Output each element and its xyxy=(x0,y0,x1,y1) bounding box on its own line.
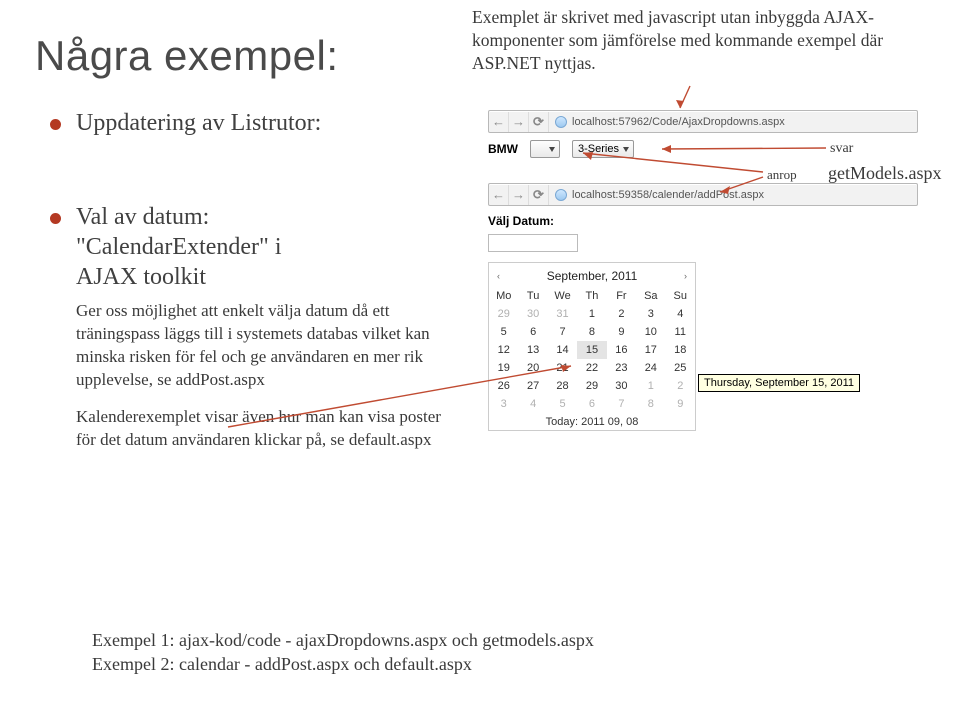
calendar-day-cell[interactable]: 8 xyxy=(577,323,606,341)
footer-line-1: Exempel 1: ajax-kod/code - ajaxDropdowns… xyxy=(92,628,594,652)
back-icon[interactable] xyxy=(489,112,509,132)
calendar-day-cell[interactable]: 20 xyxy=(518,359,547,377)
calendar-day-header: Mo xyxy=(489,287,518,305)
cal-prev-icon[interactable]: ‹ xyxy=(497,271,500,281)
calendar-day-cell[interactable]: 25 xyxy=(666,359,695,377)
dropdown-row: BMW 3-Series xyxy=(488,140,634,158)
calendar-popup: ‹ September, 2011 › MoTuWeThFrSaSu 29303… xyxy=(488,262,696,431)
subtext-1: Ger oss möjlighet att enkelt välja datum… xyxy=(76,300,460,392)
subtext-2: Kalenderexemplet visar även hur man kan … xyxy=(76,406,460,452)
bullet-text-1: Uppdatering av Listrutor: xyxy=(76,110,321,136)
date-tooltip: Thursday, September 15, 2011 xyxy=(698,374,860,392)
annot-svar: svar xyxy=(830,141,853,157)
calendar-day-cell[interactable]: 10 xyxy=(636,323,665,341)
calendar-day-cell[interactable]: 5 xyxy=(489,323,518,341)
calendar-day-cell[interactable]: 11 xyxy=(666,323,695,341)
calendar-day-cell[interactable]: 30 xyxy=(607,377,636,395)
back-icon-2[interactable] xyxy=(489,185,509,205)
calendar-day-header: We xyxy=(548,287,577,305)
url-2: localhost:59358/calender/addPost.aspx xyxy=(572,189,764,201)
browser-bar-2: localhost:59358/calender/addPost.aspx xyxy=(488,183,918,206)
calendar-day-cell[interactable]: 2 xyxy=(666,377,695,395)
reload-icon[interactable] xyxy=(529,112,549,132)
dropdown-2-value: 3-Series xyxy=(578,143,619,155)
calendar-day-header: Sa xyxy=(636,287,665,305)
calendar-day-cell[interactable]: 9 xyxy=(666,395,695,413)
url-1: localhost:57962/Code/AjaxDropdowns.aspx xyxy=(572,116,785,128)
calendar-day-header: Su xyxy=(666,287,695,305)
calendar-day-cell[interactable]: 28 xyxy=(548,377,577,395)
calendar-day-cell[interactable]: 31 xyxy=(548,305,577,323)
calendar-day-cell[interactable]: 6 xyxy=(518,323,547,341)
forward-icon[interactable] xyxy=(509,112,529,132)
calendar-today[interactable]: Today: 2011 09, 08 xyxy=(489,413,695,428)
calendar-day-cell[interactable]: 17 xyxy=(636,341,665,359)
calendar-day-cell[interactable]: 15 xyxy=(577,341,606,359)
calendar-day-cell[interactable]: 2 xyxy=(607,305,636,323)
footer-examples: Exempel 1: ajax-kod/code - ajaxDropdowns… xyxy=(92,628,594,677)
reload-icon-2[interactable] xyxy=(529,185,549,205)
calendar-day-cell[interactable]: 5 xyxy=(548,395,577,413)
calendar-day-cell[interactable]: 24 xyxy=(636,359,665,377)
calendar-day-cell[interactable]: 8 xyxy=(636,395,665,413)
calendar-day-cell[interactable]: 7 xyxy=(548,323,577,341)
footer-line-2: Exempel 2: calendar - addPost.aspx och d… xyxy=(92,652,594,676)
calendar-day-cell[interactable]: 3 xyxy=(636,305,665,323)
calendar-day-cell[interactable]: 30 xyxy=(518,305,547,323)
calendar-day-cell[interactable]: 1 xyxy=(577,305,606,323)
bullet-calendar-extender: Val av datum: "CalendarExtender" i AJAX … xyxy=(50,202,460,452)
calendar-month: September, 2011 xyxy=(547,269,638,283)
browser-bar-1: localhost:57962/Code/AjaxDropdowns.aspx xyxy=(488,110,918,133)
annot-getmodels: getModels.aspx xyxy=(828,163,941,184)
dropdown-1[interactable] xyxy=(530,140,560,158)
date-input[interactable] xyxy=(488,234,578,252)
calendar-day-cell[interactable]: 29 xyxy=(577,377,606,395)
annot-anrop: anrop xyxy=(767,167,797,183)
calendar-day-cell[interactable]: 19 xyxy=(489,359,518,377)
dropdown-2[interactable]: 3-Series xyxy=(572,140,634,158)
dropdown-label: BMW xyxy=(488,142,518,156)
calendar-day-cell[interactable]: 18 xyxy=(666,341,695,359)
calendar-day-cell[interactable]: 22 xyxy=(577,359,606,377)
calendar-day-cell[interactable]: 1 xyxy=(636,377,665,395)
calendar-day-cell[interactable]: 12 xyxy=(489,341,518,359)
calendar-day-cell[interactable]: 7 xyxy=(607,395,636,413)
calendar-day-cell[interactable]: 14 xyxy=(548,341,577,359)
calendar-label: Välj Datum: xyxy=(488,214,708,228)
calendar-day-cell[interactable]: 3 xyxy=(489,395,518,413)
calendar-day-cell[interactable]: 4 xyxy=(518,395,547,413)
calendar-day-cell[interactable]: 27 xyxy=(518,377,547,395)
intro-text: Exemplet är skrivet med javascript utan … xyxy=(472,6,932,74)
calendar-day-header: Th xyxy=(577,287,606,305)
forward-icon-2[interactable] xyxy=(509,185,529,205)
calendar-day-cell[interactable]: 26 xyxy=(489,377,518,395)
calendar-day-cell[interactable]: 4 xyxy=(666,305,695,323)
calendar-day-cell[interactable]: 9 xyxy=(607,323,636,341)
calendar-day-cell[interactable]: 21 xyxy=(548,359,577,377)
calendar-grid: MoTuWeThFrSaSu 2930311234567891011121314… xyxy=(489,287,695,413)
globe-icon-2 xyxy=(555,189,567,201)
calendar-widget: Välj Datum: ‹ September, 2011 › MoTuWeTh… xyxy=(488,214,708,431)
cal-next-icon[interactable]: › xyxy=(684,271,687,281)
globe-icon xyxy=(555,116,567,128)
calendar-day-cell[interactable]: 13 xyxy=(518,341,547,359)
calendar-day-header: Tu xyxy=(518,287,547,305)
calendar-day-header: Fr xyxy=(607,287,636,305)
slide-title: Några exempel: xyxy=(35,32,338,80)
bullet-listrutor: Uppdatering av Listrutor: xyxy=(50,108,460,138)
calendar-day-cell[interactable]: 6 xyxy=(577,395,606,413)
calendar-day-cell[interactable]: 16 xyxy=(607,341,636,359)
bullet2-line1: Val av datum: xyxy=(76,204,209,230)
calendar-day-cell[interactable]: 23 xyxy=(607,359,636,377)
bullet2-line3: AJAX toolkit xyxy=(76,264,206,290)
calendar-day-cell[interactable]: 29 xyxy=(489,305,518,323)
bullet2-line2: "CalendarExtender" i xyxy=(76,234,282,260)
